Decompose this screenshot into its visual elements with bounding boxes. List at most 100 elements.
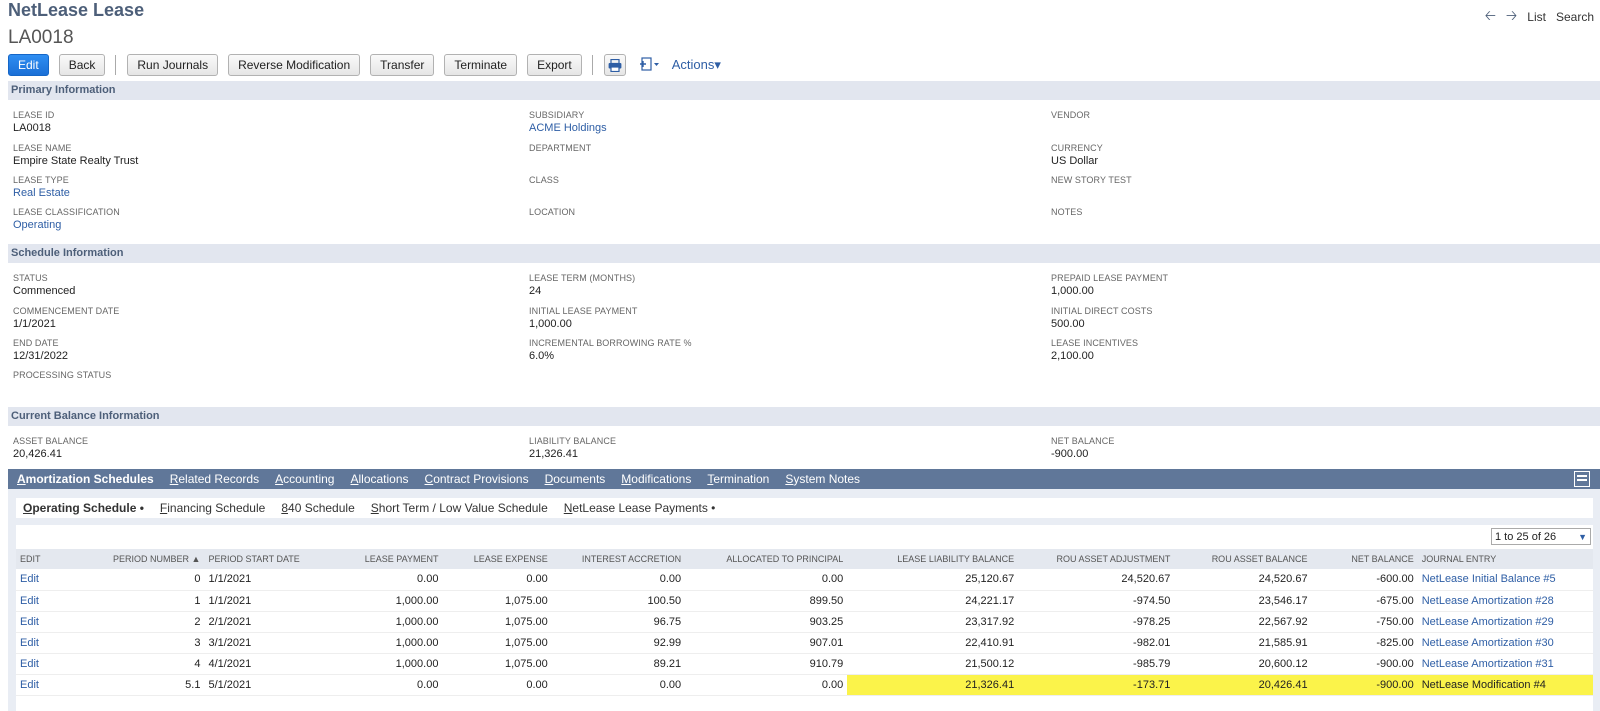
period-number-cell: 0	[85, 569, 205, 591]
actions-label: Actions	[671, 57, 715, 72]
field-value: US Dollar	[1051, 155, 1099, 167]
new-record-menu[interactable]	[639, 56, 660, 74]
interest-accretion-cell: 92.99	[551, 632, 686, 654]
subtab-operating-schedule[interactable]: Operating Schedule •	[23, 501, 144, 515]
edit-button[interactable]: Edit	[8, 54, 49, 76]
lease-classification-field: Lease Classification Operating	[13, 207, 120, 231]
terminate-button[interactable]: Terminate	[444, 54, 518, 76]
tab-termination[interactable]: Termination	[707, 472, 769, 486]
lease-classification-link[interactable]: Operating	[13, 219, 120, 231]
currency-field: Currency US Dollar	[1051, 143, 1103, 167]
lease-incentives-field: Lease Incentives 2,100.00	[1051, 338, 1138, 362]
column-header[interactable]: Lease Payment	[303, 549, 443, 569]
table-row: Edit 4 4/1/2021 1,000.00 1,075.00 89.21 …	[16, 653, 1593, 675]
lease-payment-cell: 0.00	[303, 569, 443, 591]
column-header[interactable]: Journal Entry	[1417, 549, 1593, 569]
row-edit-link[interactable]: Edit	[16, 632, 86, 654]
initial-direct-costs-field: Initial Direct Costs 500.00	[1051, 306, 1153, 330]
liability-balance-field: Liability Balance 21,326.41	[529, 436, 616, 460]
column-header[interactable]: Net Balance	[1311, 549, 1418, 569]
export-button[interactable]: Export	[527, 54, 582, 76]
back-button[interactable]: Back	[58, 54, 106, 76]
subtab-netlease-payments[interactable]: NetLease Lease Payments •	[564, 501, 716, 515]
list-link[interactable]: List	[1527, 10, 1546, 24]
table-row: Edit 3 3/1/2021 1,000.00 1,075.00 92.99 …	[16, 632, 1593, 654]
tab-allocations[interactable]: Allocations	[350, 472, 408, 486]
tab-label: 40 Schedule	[288, 501, 355, 515]
class-field: Class	[529, 175, 559, 187]
table-row-highlighted: Edit 5.1 5/1/2021 0.00 0.00 0.00 0.00 21…	[16, 674, 1593, 696]
pager-select[interactable]: 1 to 25 of 26 ▼	[1491, 528, 1591, 545]
field-label: Lease Name	[13, 143, 72, 153]
column-header[interactable]: Period Start Date	[204, 549, 304, 569]
search-link[interactable]: Search	[1556, 10, 1594, 24]
tab-accounting[interactable]: Accounting	[275, 472, 334, 486]
rou-asset-balance-cell: 24,520.67	[1174, 569, 1312, 591]
allocated-to-principal-cell: 899.50	[685, 590, 848, 612]
field-label: Lease Term (Months)	[529, 273, 636, 283]
lease-payment-cell: 1,000.00	[303, 611, 443, 633]
journal-entry-link[interactable]: NetLease Amortization #31	[1417, 653, 1593, 675]
row-edit-link[interactable]: Edit	[16, 611, 86, 633]
field-label: Status	[13, 273, 48, 283]
layout-toggle-icon	[1577, 475, 1587, 481]
interest-accretion-cell: 0.00	[551, 569, 686, 591]
tab-modifications[interactable]: Modifications	[621, 472, 691, 486]
column-header[interactable]: Interest Accretion	[551, 549, 686, 569]
column-header[interactable]: Lease Expense	[442, 549, 552, 569]
row-edit-link[interactable]: Edit	[16, 674, 86, 696]
row-edit-link[interactable]: Edit	[16, 653, 86, 675]
page-title: NetLease Lease	[8, 0, 145, 20]
column-header[interactable]: ROU Asset Balance	[1174, 549, 1312, 569]
lease-liability-balance-cell: 21,326.41	[847, 674, 1019, 696]
column-header[interactable]: Allocated to Principal	[685, 549, 848, 569]
actions-menu[interactable]: Actions▾	[672, 57, 721, 73]
period-start-date-cell: 2/1/2021	[204, 611, 304, 633]
field-label: Net Balance	[1051, 436, 1115, 446]
tab-contract-provisions[interactable]: Contract Provisions	[425, 472, 529, 486]
collapse-tabs-icon[interactable]	[1574, 471, 1590, 487]
interest-accretion-cell: 96.75	[551, 611, 686, 633]
field-label: Lease Type	[13, 175, 69, 185]
interest-accretion-cell: 89.21	[551, 653, 686, 675]
journal-entry-link[interactable]: NetLease Initial Balance #5	[1417, 569, 1593, 591]
period-number-cell: 3	[85, 632, 205, 654]
journal-entry-link[interactable]: NetLease Amortization #28	[1417, 590, 1593, 612]
print-button[interactable]	[603, 54, 626, 76]
field-label: Currency	[1051, 143, 1103, 153]
main-tab-bar: Amortization Schedules Related Records A…	[8, 469, 1600, 489]
primary-information-header: Primary Information	[8, 81, 1600, 100]
printer-icon	[608, 58, 622, 72]
transfer-button[interactable]: Transfer	[370, 54, 435, 76]
run-journals-button[interactable]: Run Journals	[127, 54, 219, 76]
field-value: -900.00	[1051, 448, 1089, 460]
tab-amortization-schedules[interactable]: Amortization Schedules	[17, 472, 154, 486]
tab-related-records[interactable]: Related Records	[170, 472, 259, 486]
journal-entry-link[interactable]: NetLease Amortization #30	[1417, 632, 1593, 654]
subtab-short-term-schedule[interactable]: Short Term / Low Value Schedule	[371, 501, 548, 515]
column-header[interactable]: ROU Asset Adjustment	[1018, 549, 1175, 569]
tab-system-notes[interactable]: System Notes	[785, 472, 860, 486]
arrow-left-icon[interactable]: 🡠	[1485, 5, 1496, 29]
journal-entry-text[interactable]: NetLease Modification #4	[1417, 674, 1593, 696]
column-header[interactable]: Period Number ▲	[85, 549, 205, 569]
lease-type-link[interactable]: Real Estate	[13, 187, 70, 199]
row-edit-link[interactable]: Edit	[16, 590, 86, 612]
rou-asset-balance-cell: 23,546.17	[1174, 590, 1312, 612]
subsidiary-link[interactable]: ACME Holdings	[529, 122, 607, 134]
field-label: Lease ID	[13, 110, 55, 120]
period-number-cell: 4	[85, 653, 205, 675]
tab-documents[interactable]: Documents	[545, 472, 606, 486]
reverse-modification-button[interactable]: Reverse Modification	[228, 54, 361, 76]
rou-asset-balance-cell: 22,567.92	[1174, 611, 1312, 633]
interest-accretion-cell: 100.50	[551, 590, 686, 612]
column-header[interactable]: Lease Liability Balance	[847, 549, 1019, 569]
lease-liability-balance-cell: 25,120.67	[847, 569, 1019, 591]
arrow-right-icon[interactable]: 🡢	[1506, 5, 1517, 29]
lease-expense-cell: 1,075.00	[442, 611, 552, 633]
row-edit-link[interactable]: Edit	[16, 569, 86, 591]
subtab-840-schedule[interactable]: 840 Schedule	[281, 501, 354, 515]
allocated-to-principal-cell: 903.25	[685, 611, 848, 633]
journal-entry-link[interactable]: NetLease Amortization #29	[1417, 611, 1593, 633]
subtab-financing-schedule[interactable]: Financing Schedule	[160, 501, 265, 515]
